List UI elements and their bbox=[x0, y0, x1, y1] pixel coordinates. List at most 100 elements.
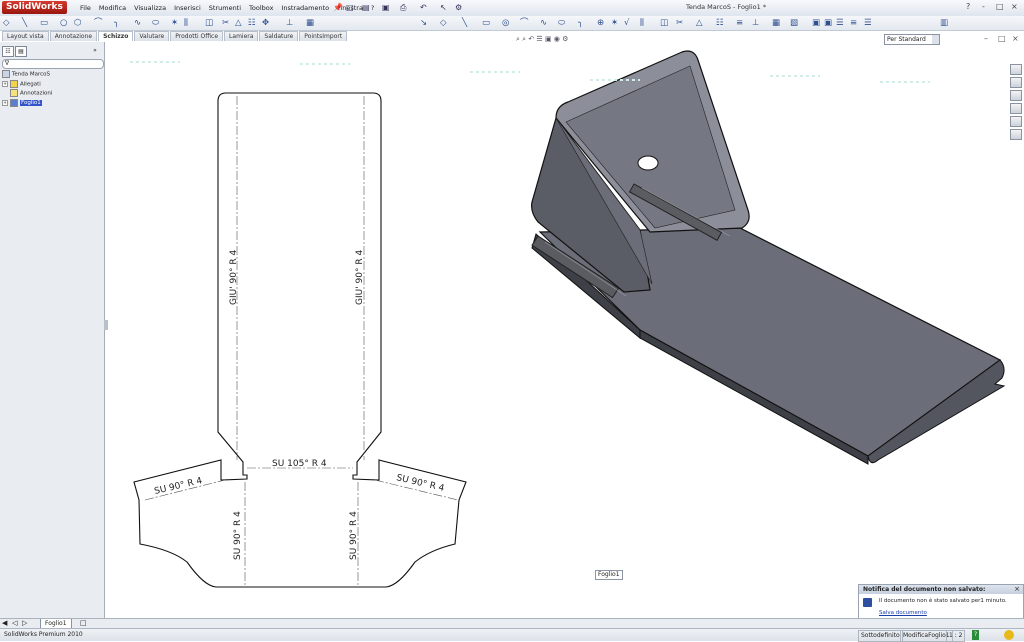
view-cube2-icon[interactable]: ▣ bbox=[824, 17, 832, 29]
smart-dimension-icon[interactable]: ◇ bbox=[3, 17, 10, 29]
tab-layout-vista[interactable]: Layout vista bbox=[2, 31, 49, 41]
expand-icon[interactable]: + bbox=[2, 80, 8, 87]
geometric-tolerance-icon[interactable]: △ bbox=[696, 17, 703, 29]
ellipse-icon[interactable]: ⬭ bbox=[152, 17, 159, 29]
centermark-icon[interactable]: ✶ bbox=[611, 17, 618, 29]
view-cube-icon[interactable]: ▣ bbox=[812, 17, 820, 29]
line-icon[interactable]: ╲ bbox=[22, 17, 27, 29]
tab-saldature[interactable]: Saldature bbox=[259, 31, 299, 41]
panel-splitter[interactable] bbox=[104, 320, 108, 330]
save-icon[interactable]: ▣ bbox=[382, 2, 390, 13]
tab-annotazione[interactable]: Annotazione bbox=[49, 31, 98, 41]
minimize-icon[interactable]: - bbox=[982, 2, 985, 11]
file-explorer-icon[interactable] bbox=[1010, 90, 1022, 101]
polygon-icon[interactable]: ⬡ bbox=[74, 17, 81, 29]
menu-strumenti[interactable]: Strumenti bbox=[205, 3, 245, 13]
menu-visualizza[interactable]: Visualizza bbox=[130, 3, 170, 13]
pin-icon[interactable]: 📌 bbox=[333, 2, 343, 13]
annotation-repair-icon[interactable]: ▦ bbox=[772, 17, 780, 29]
tab-pointsimport[interactable]: PointsImport bbox=[299, 31, 348, 41]
sheet-label[interactable]: Foglio1 bbox=[595, 570, 623, 580]
menu-instradamento[interactable]: Instradamento bbox=[277, 3, 333, 13]
rebuild-status-icon[interactable] bbox=[1004, 630, 1014, 640]
line-weight-icon[interactable]: ☰ bbox=[864, 17, 872, 29]
balloon-icon[interactable]: ◎ bbox=[502, 17, 509, 29]
solidworks-logo[interactable]: SolidWorks bbox=[2, 1, 67, 14]
display-style-icon[interactable]: ▣ bbox=[545, 35, 552, 43]
prev-sheet-icon[interactable]: ◁ bbox=[12, 619, 17, 627]
weld-symbol-icon[interactable]: ⫼ bbox=[640, 17, 644, 29]
scale-indicator[interactable]: 1 : 2 bbox=[946, 630, 966, 642]
save-document-link[interactable]: Salva documento bbox=[879, 610, 927, 616]
circle-icon[interactable]: ○ bbox=[60, 17, 67, 29]
spline-icon[interactable]: ∿ bbox=[134, 17, 141, 29]
view-palette-icon[interactable] bbox=[1010, 103, 1022, 114]
zoom-area-icon[interactable]: ⌕ bbox=[522, 35, 526, 43]
undo-icon[interactable]: ↶ bbox=[420, 2, 427, 13]
mirror-icon[interactable]: ⫼ bbox=[184, 17, 188, 29]
viewport-close-icon[interactable]: × bbox=[1012, 34, 1019, 43]
feature-tree-tab-icon[interactable]: ☷ bbox=[2, 46, 14, 57]
first-sheet-icon[interactable]: ◀ bbox=[2, 619, 7, 627]
print-icon[interactable]: ⎙ bbox=[400, 2, 406, 13]
annotation-ellipse-icon[interactable]: ⬭ bbox=[558, 17, 565, 29]
tree-item-allegati[interactable]: + Allegati bbox=[2, 79, 52, 90]
notification-close-icon[interactable]: × bbox=[1014, 585, 1020, 594]
fillet-icon[interactable]: ╮ bbox=[114, 17, 119, 29]
annotation-spline-icon[interactable]: ∿ bbox=[540, 17, 547, 29]
linear-pattern-icon[interactable]: ☷ bbox=[248, 17, 256, 29]
table-icon[interactable]: ☷ bbox=[716, 17, 724, 29]
datum-icon[interactable]: ✂ bbox=[676, 17, 683, 29]
annotation-arc-icon[interactable]: ⌒ bbox=[520, 17, 529, 29]
previous-view-icon[interactable]: ↶ bbox=[528, 35, 534, 43]
viewport-restore-icon[interactable]: □ bbox=[998, 34, 1006, 43]
new-document-icon[interactable]: □ bbox=[346, 2, 354, 13]
move-icon[interactable]: ✥ bbox=[262, 17, 269, 29]
layer-list-icon[interactable]: ☰ bbox=[836, 17, 844, 29]
select-icon[interactable]: ↖ bbox=[440, 2, 447, 13]
hole-callout-icon[interactable]: ◫ bbox=[660, 17, 668, 29]
tree-filter-input[interactable]: ∇ bbox=[2, 59, 104, 69]
help-status-icon[interactable]: ? bbox=[972, 630, 980, 640]
tree-item-annotazioni[interactable]: +Annotazioni bbox=[2, 89, 52, 99]
surface-finish-icon[interactable]: √ bbox=[624, 17, 629, 29]
tree-item-foglio1[interactable]: + Foglio1 bbox=[2, 98, 52, 109]
next-sheet-icon[interactable]: ▷ bbox=[22, 619, 27, 627]
tab-lamiera[interactable]: Lamiera bbox=[224, 31, 259, 41]
tree-item-root[interactable]: Tenda MarcoS bbox=[2, 70, 52, 80]
dimension-icon[interactable]: ◇ bbox=[440, 17, 447, 29]
view-settings-icon[interactable]: ⚙ bbox=[562, 35, 568, 43]
note-line-icon[interactable]: ╲ bbox=[462, 17, 467, 29]
zoom-fit-icon[interactable]: ⌕ bbox=[516, 35, 520, 43]
viewport-minimize-icon[interactable]: – bbox=[984, 34, 988, 43]
design-library-icon[interactable] bbox=[1010, 77, 1022, 88]
menu-toolbox[interactable]: Toolbox bbox=[245, 3, 277, 13]
block-icon[interactable]: ⊥ bbox=[752, 17, 759, 29]
model-items-icon[interactable]: ↘ bbox=[420, 17, 427, 29]
annotation-fillet-icon[interactable]: ╮ bbox=[578, 17, 583, 29]
appearances-icon[interactable] bbox=[1010, 116, 1022, 127]
point-icon[interactable]: ✶ bbox=[171, 17, 178, 29]
expand-panel-icon[interactable]: » bbox=[90, 46, 100, 55]
tab-schizzo[interactable]: Schizzo bbox=[98, 31, 134, 41]
hatch-icon[interactable]: ≡ bbox=[736, 17, 743, 29]
standard-select[interactable]: Per Standard bbox=[884, 34, 940, 45]
layer-icon[interactable]: ▧ bbox=[790, 17, 798, 29]
add-sheet-icon[interactable]: □ bbox=[80, 619, 87, 627]
offset-icon[interactable]: ◫ bbox=[205, 17, 213, 29]
menu-modifica[interactable]: Modifica bbox=[95, 3, 130, 13]
expand-icon[interactable]: + bbox=[2, 99, 8, 106]
tab-prodotti-office[interactable]: Prodotti Office bbox=[170, 31, 224, 41]
convert-icon[interactable]: △ bbox=[235, 17, 242, 29]
trim-icon[interactable]: ✂ bbox=[222, 17, 229, 29]
centerline-icon[interactable]: ⊕ bbox=[597, 17, 604, 29]
line-style-icon[interactable]: ≡ bbox=[850, 17, 857, 29]
arc-icon[interactable]: ⌒ bbox=[94, 17, 103, 29]
relations-icon[interactable]: ⊥ bbox=[286, 17, 293, 29]
menu-file[interactable]: File bbox=[76, 3, 95, 13]
menu-inserisci[interactable]: Inserisci bbox=[170, 3, 205, 13]
section-view-icon[interactable]: ☰ bbox=[536, 35, 542, 43]
restore-icon[interactable]: □ bbox=[996, 2, 1004, 11]
rebuild-icon[interactable]: ⚙ bbox=[455, 2, 462, 13]
custom-properties-icon[interactable] bbox=[1010, 129, 1022, 140]
